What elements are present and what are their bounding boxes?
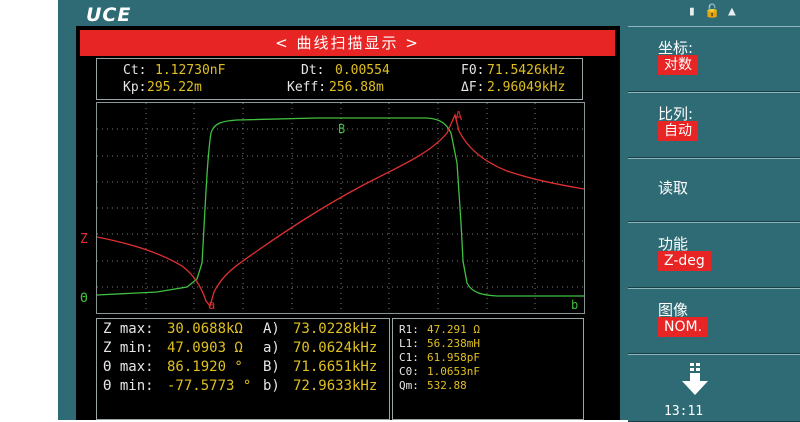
kp-value: 295.22m (147, 80, 202, 95)
ct-value: 1.12730nF (155, 63, 226, 78)
sweep-plot[interactable]: B A a b (96, 102, 585, 314)
zmin-label: Z min: (103, 340, 154, 356)
softkey-sidebar: 坐标: 对数 比列: 自动 读取 功能 Z-deg 图像 NOM. (628, 26, 800, 422)
zmax-value: 30.0688kΩ (167, 321, 243, 337)
marker-A-label: A) (263, 321, 280, 337)
keff-label: Keff: (287, 80, 327, 95)
scale-softkey[interactable]: 比列: 自动 (628, 92, 800, 158)
read-softkey[interactable]: 读取 (628, 158, 800, 222)
marker-A: A (455, 109, 463, 123)
thetamax-label: Θ max: (103, 359, 154, 375)
zmax-label: Z max: (103, 321, 154, 337)
up-arrow-icon: ▲ (728, 4, 736, 19)
c1-value: 61.958pF (427, 351, 480, 364)
dt-value: 0.00554 (335, 63, 390, 78)
plot-canvas: B A a b (97, 103, 584, 313)
marker-a: a (208, 298, 215, 312)
ct-label: Ct: (123, 63, 147, 78)
marker-b: b (571, 298, 578, 312)
clock: 13:11 (664, 404, 704, 419)
c1-label: C1: (399, 351, 419, 364)
read-title: 读取 (658, 179, 689, 197)
equivalent-circuit-panel: R1: 47.291 Ω L1: 56.238mH C1: 61.958pF C… (392, 318, 584, 420)
kp-label: Kp: (123, 80, 147, 95)
marker-B: B (338, 122, 345, 136)
battery-icon: ▮ (688, 4, 696, 19)
theta-axis-label: Θ (80, 291, 88, 306)
marker-b-label: b) (263, 378, 280, 394)
l1-label: L1: (399, 337, 419, 350)
extrema-panel: Z max: 30.0688kΩ A) 73.0228kHz Z min: 47… (96, 318, 390, 420)
keff-value: 256.88m (329, 80, 384, 95)
down-arrow-icon (682, 363, 708, 395)
coordinate-value: 对数 (658, 55, 698, 75)
image-value: NOM. (658, 317, 709, 337)
marker-a-label: a) (263, 340, 280, 356)
qm-label: Qm: (399, 379, 419, 392)
f0-value: 71.5426kHz (487, 63, 566, 78)
l1-value: 56.238mH (427, 337, 480, 350)
c0-label: C0: (399, 365, 419, 378)
zmin-value: 47.0903 Ω (167, 340, 243, 356)
lock-icon: 🔓 (704, 4, 721, 19)
marker-b-value: 72.9633kHz (293, 378, 378, 394)
image-softkey[interactable]: 图像 NOM. (628, 288, 800, 354)
df-value: 2.96049kHz (487, 80, 566, 95)
df-label: ΔF: (461, 80, 485, 95)
r1-label: R1: (399, 323, 419, 336)
function-value: Z-deg (658, 251, 711, 271)
qm-value: 532.88 (427, 379, 467, 392)
thetamax-value: 86.1920 ° (167, 359, 243, 375)
dt-label: Dt: (301, 63, 325, 78)
c0-value: 1.0653nF (427, 365, 480, 378)
marker-a-value: 70.0624kHz (293, 340, 378, 356)
coordinate-softkey[interactable]: 坐标: 对数 (628, 26, 800, 92)
thetamin-value: -77.5773 ° (167, 378, 252, 394)
brand-logo: UCE (86, 4, 132, 26)
next-page-softkey[interactable] (628, 354, 800, 422)
page-title[interactable]: < 曲线扫描显示 > (80, 30, 615, 56)
marker-A-value: 73.0228kHz (293, 321, 378, 337)
f0-label: F0: (461, 63, 485, 78)
marker-B-value: 71.6651kHz (293, 359, 378, 375)
theta-curve (97, 117, 584, 297)
r1-value: 47.291 Ω (427, 323, 480, 336)
marker-B-label: B) (263, 359, 280, 375)
scale-value: 自动 (658, 121, 698, 141)
thetamin-label: Θ min: (103, 378, 154, 394)
status-icons: ▮ 🔓 ▲ (684, 2, 796, 24)
function-softkey[interactable]: 功能 Z-deg (628, 222, 800, 288)
z-axis-label: Z (80, 232, 88, 247)
parameters-panel: Ct: 1.12730nF Dt: 0.00554 F0: 71.5426kHz… (96, 58, 583, 100)
